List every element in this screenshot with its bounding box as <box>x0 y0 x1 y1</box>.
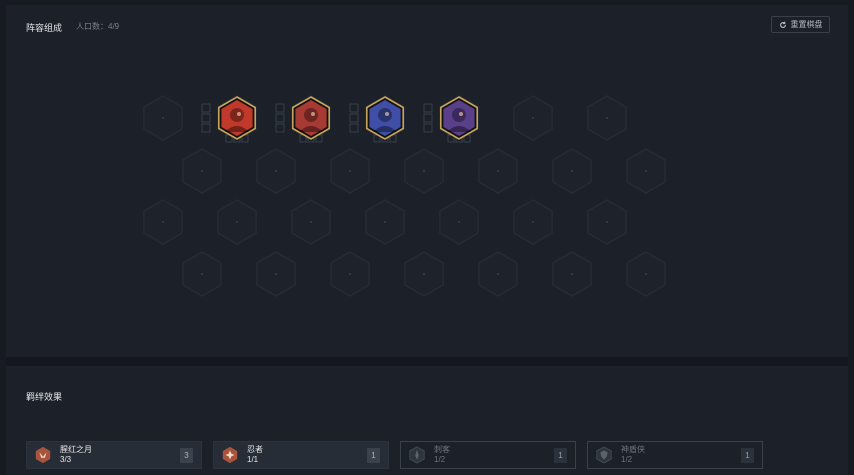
cell-center-dot <box>532 117 534 119</box>
trait-badge: 3 <box>180 448 193 463</box>
cell-center-dot <box>310 221 312 223</box>
dagger-icon <box>409 446 425 464</box>
trait-count: 1/2 <box>434 455 446 464</box>
item-slot <box>349 103 359 113</box>
trait-count: 1/1 <box>247 455 259 464</box>
item-slot <box>349 123 359 133</box>
traits-panel: 羁绊效果 腥红之月 3/3 3 忍者 1/1 1 刺客 1/2 1 神盾侠 1/… <box>6 366 848 475</box>
trait-name: 刺客 <box>434 445 450 454</box>
trait-badge: 1 <box>741 448 754 463</box>
cell-center-dot <box>275 273 277 275</box>
cell-center-dot <box>645 170 647 172</box>
shield-icon <box>596 446 612 464</box>
cell-center-dot <box>349 273 351 275</box>
item-slot <box>423 113 433 123</box>
item-slot <box>423 123 433 133</box>
reset-board-label: 重置棋盘 <box>790 20 823 29</box>
cell-center-dot <box>201 273 203 275</box>
section-divider <box>6 357 848 366</box>
traits-title: 羁绊效果 <box>26 392 63 402</box>
cell-center-dot <box>423 273 425 275</box>
cell-center-dot <box>571 170 573 172</box>
trait-count: 3/3 <box>60 455 72 464</box>
trait-badge: 1 <box>367 448 380 463</box>
item-slot <box>275 113 285 123</box>
cell-center-dot <box>236 221 238 223</box>
cell-center-dot <box>645 273 647 275</box>
cell-center-dot <box>275 170 277 172</box>
item-slot <box>201 123 211 133</box>
moon-emblem-icon <box>35 446 51 464</box>
trait-badge: 1 <box>554 448 567 463</box>
cell-center-dot <box>497 273 499 275</box>
cell-center-dot <box>571 273 573 275</box>
item-slot <box>349 113 359 123</box>
trait-name: 忍者 <box>247 445 263 454</box>
item-slot <box>275 123 285 133</box>
item-slot <box>423 103 433 113</box>
trait-aegis[interactable]: 神盾侠 1/2 1 <box>587 441 763 469</box>
cell-center-dot <box>384 221 386 223</box>
trait-assassin[interactable]: 刺客 1/2 1 <box>400 441 576 469</box>
cell-center-dot <box>532 221 534 223</box>
trait-name: 神盾侠 <box>621 445 645 454</box>
population-counter: 人口数：4/9 <box>76 22 120 31</box>
cell-center-dot <box>162 221 164 223</box>
trait-count: 1/2 <box>621 455 633 464</box>
refresh-icon <box>779 21 786 28</box>
cell-center-dot <box>458 221 460 223</box>
cell-center-dot <box>606 117 608 119</box>
trait-name: 腥红之月 <box>60 445 92 454</box>
board-title: 阵容组成 <box>26 23 63 33</box>
item-slot <box>201 113 211 123</box>
item-slot <box>275 103 285 113</box>
cell-center-dot <box>201 170 203 172</box>
trait-crimson-moon[interactable]: 腥红之月 3/3 3 <box>26 441 202 469</box>
item-slot <box>201 103 211 113</box>
cell-center-dot <box>423 170 425 172</box>
cell-center-dot <box>162 117 164 119</box>
shuriken-icon <box>222 446 238 464</box>
cell-center-dot <box>606 221 608 223</box>
trait-ninja[interactable]: 忍者 1/1 1 <box>213 441 389 469</box>
cell-center-dot <box>349 170 351 172</box>
reset-board-button[interactable]: 重置棋盘 <box>771 16 830 33</box>
cell-center-dot <box>497 170 499 172</box>
